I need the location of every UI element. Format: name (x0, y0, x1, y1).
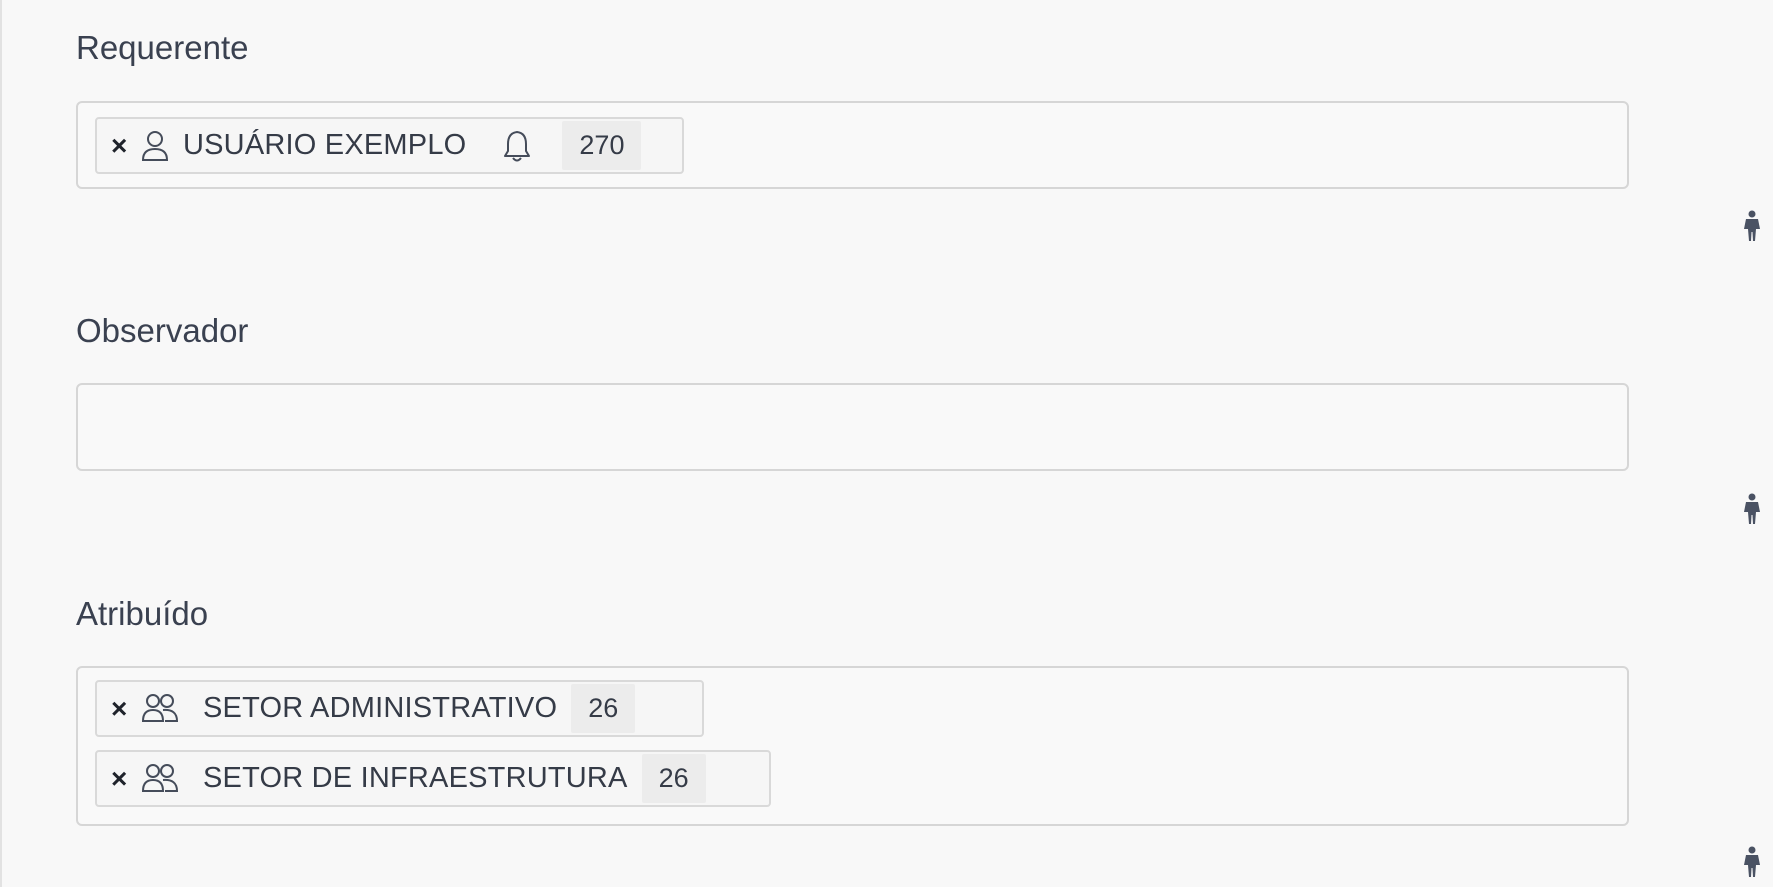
assigned-field: Atribuído × SETOR ADMINISTRATIVO 26 × SE… (76, 594, 1760, 887)
chip-count-badge: 270 (562, 121, 642, 170)
bell-icon[interactable] (502, 129, 532, 163)
requester-chip[interactable]: × USUÁRIO EXEMPLO 270 (95, 117, 684, 174)
group-icon (141, 762, 179, 796)
chip-count-badge: 26 (641, 754, 706, 803)
requester-field: Requerente × USUÁRIO EXEMPLO 270 (76, 28, 1760, 241)
close-icon: × (111, 762, 128, 794)
observer-label: Observador (76, 312, 249, 349)
person-icon (1744, 493, 1760, 524)
user-icon (141, 129, 169, 163)
close-icon: × (111, 692, 128, 724)
close-icon: × (111, 129, 128, 161)
add-requester-actor-button[interactable] (1737, 208, 1767, 244)
assigned-label: Atribuído (76, 595, 209, 632)
requester-label: Requerente (76, 29, 249, 66)
remove-chip-button[interactable]: × (111, 693, 141, 725)
assigned-chip[interactable]: × SETOR ADMINISTRATIVO 26 (95, 680, 704, 737)
observer-field: Observador (76, 311, 1760, 531)
remove-chip-button[interactable]: × (111, 130, 141, 162)
page-left-border (0, 0, 2, 887)
add-observer-actor-button[interactable] (1737, 491, 1767, 527)
chip-user-name: USUÁRIO EXEMPLO (183, 129, 467, 161)
observer-input[interactable] (76, 383, 1629, 471)
remove-chip-button[interactable]: × (111, 763, 141, 795)
person-icon (1744, 210, 1760, 241)
person-icon (1744, 846, 1760, 877)
add-assigned-actor-button[interactable] (1737, 844, 1767, 880)
chip-group-name: SETOR ADMINISTRATIVO (203, 692, 558, 724)
assigned-chip[interactable]: × SETOR DE INFRAESTRUTURA 26 (95, 750, 771, 807)
requester-input[interactable]: × USUÁRIO EXEMPLO 270 (76, 101, 1629, 189)
assigned-input[interactable]: × SETOR ADMINISTRATIVO 26 × SETOR DE INF… (76, 666, 1629, 826)
chip-group-name: SETOR DE INFRAESTRUTURA (203, 762, 628, 794)
chip-count-badge: 26 (571, 684, 636, 733)
group-icon (141, 692, 179, 726)
